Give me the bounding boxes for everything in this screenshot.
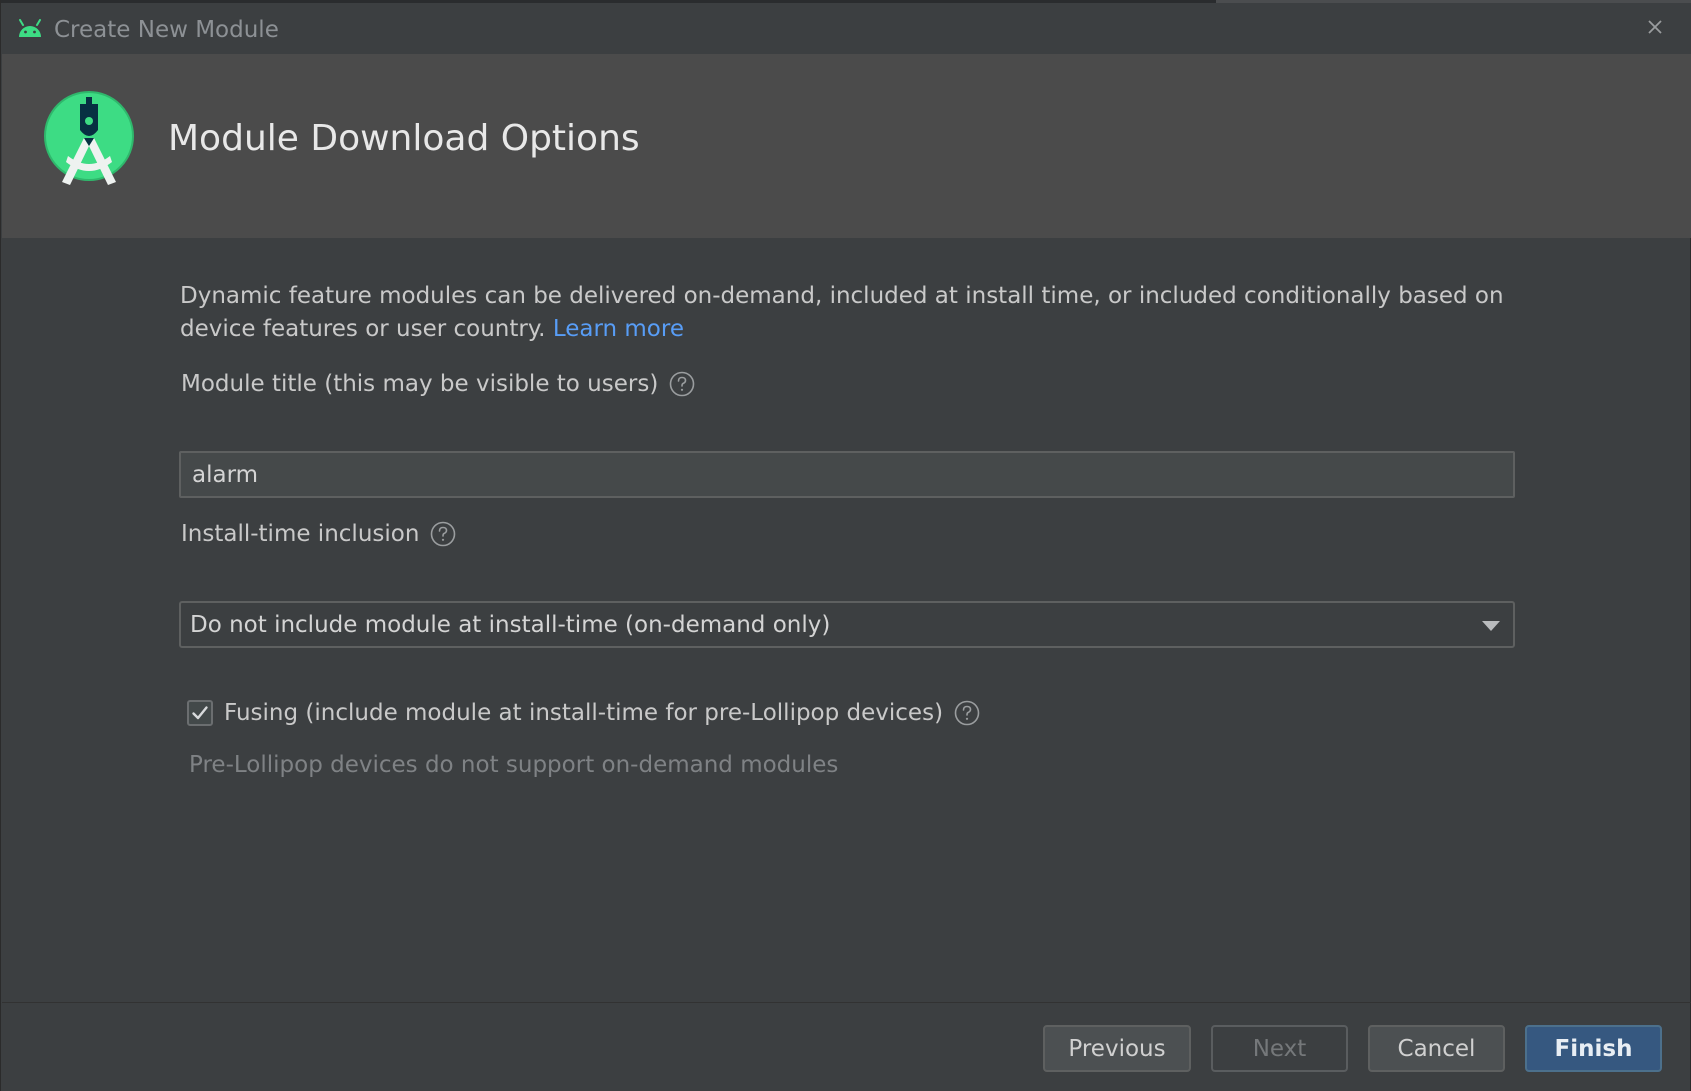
wizard-content: Dynamic feature modules can be delivered… [1,238,1691,1002]
module-title-label-row: Module title (this may be visible to use… [181,371,695,397]
checkmark-icon [192,706,208,720]
learn-more-link[interactable]: Learn more [553,316,684,342]
title-bar: Create New Module [1,3,1691,54]
create-module-dialog: Create New Module Module Download Option… [0,0,1691,1091]
description-text: Dynamic feature modules can be delivered… [180,280,1530,346]
fusing-checkbox[interactable] [187,700,213,726]
wizard-header: Module Download Options [2,54,1691,238]
previous-button[interactable]: Previous [1043,1025,1191,1072]
description-body: Dynamic feature modules can be delivered… [180,283,1504,342]
help-icon[interactable] [430,521,456,547]
install-time-label: Install-time inclusion [181,521,420,547]
help-icon[interactable] [954,700,980,726]
module-title-label: Module title (this may be visible to use… [181,371,659,397]
module-title-input[interactable] [179,451,1515,498]
install-time-label-row: Install-time inclusion [181,521,456,547]
install-time-select[interactable]: Do not include module at install-time (o… [179,601,1515,648]
window-title: Create New Module [54,17,279,43]
fusing-row: Fusing (include module at install-time f… [187,700,980,726]
close-icon [1648,20,1662,34]
fusing-label[interactable]: Fusing (include module at install-time f… [224,700,943,726]
cancel-button[interactable]: Cancel [1368,1025,1505,1072]
close-button[interactable] [1641,13,1669,41]
next-button[interactable]: Next [1211,1025,1348,1072]
chevron-down-icon [1482,621,1500,631]
finish-button[interactable]: Finish [1525,1025,1662,1072]
page-title: Module Download Options [168,118,640,159]
help-icon[interactable] [669,371,695,397]
android-studio-logo [44,91,134,185]
android-icon [19,19,41,37]
install-time-selected-value: Do not include module at install-time (o… [190,612,831,638]
fusing-hint: Pre-Lollipop devices do not support on-d… [189,752,839,778]
wizard-footer: Previous Next Cancel Finish [1,1003,1691,1091]
